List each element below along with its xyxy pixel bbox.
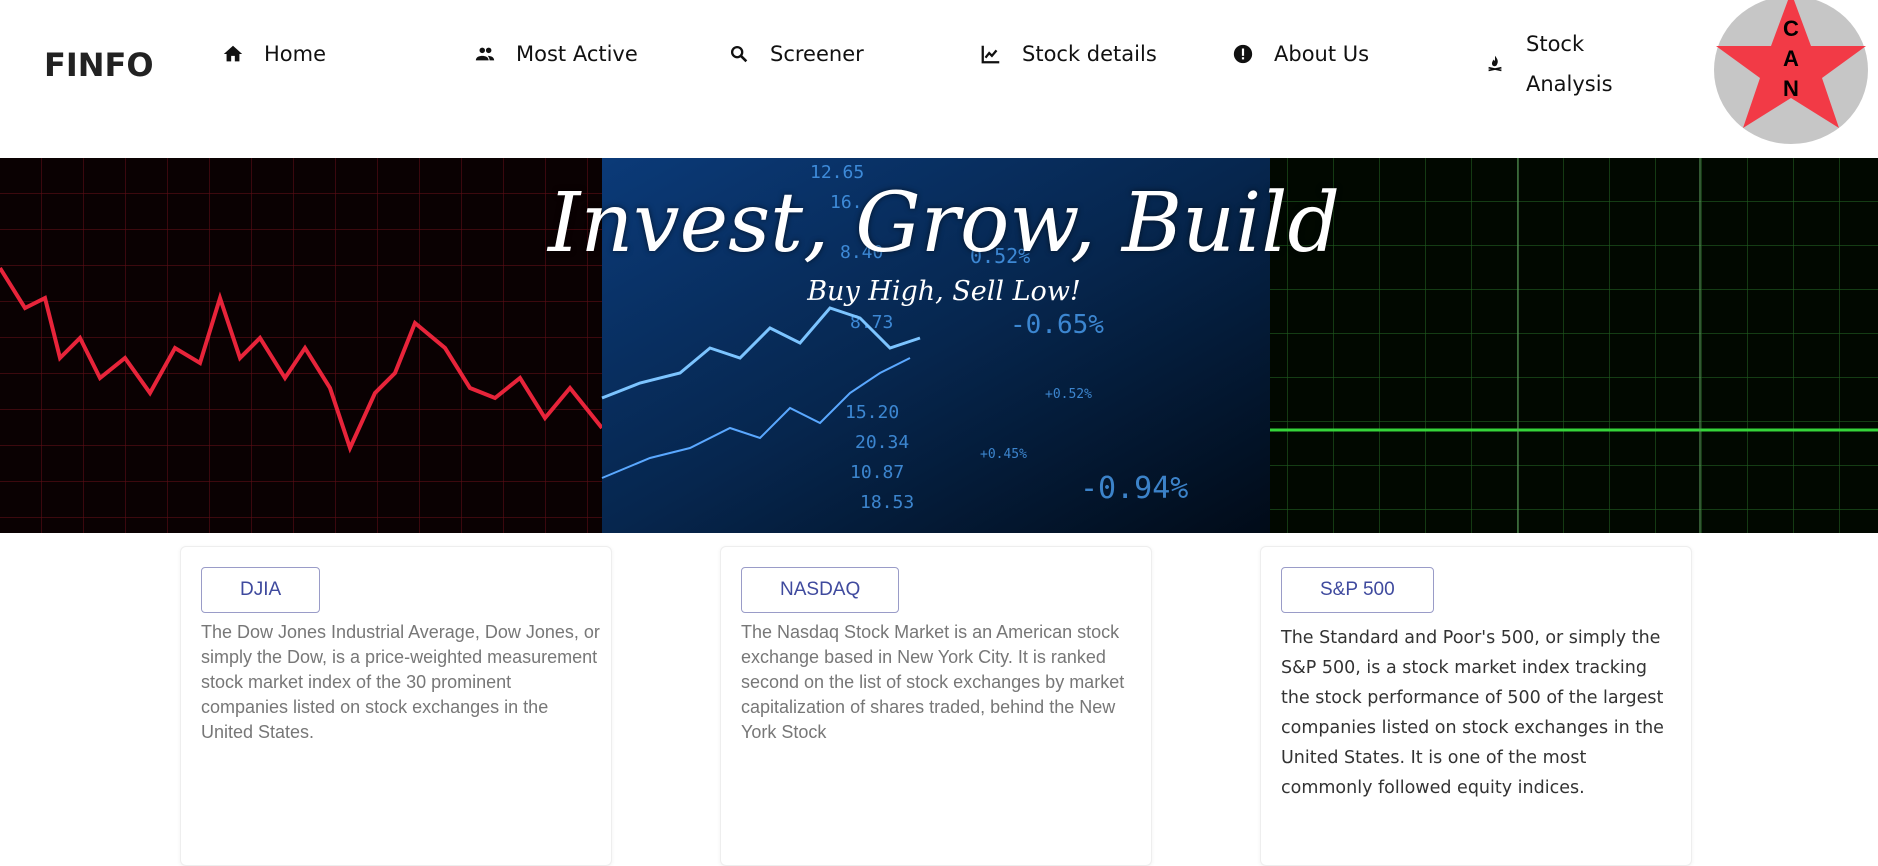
nav-most-active[interactable]: Most Active: [474, 42, 638, 66]
svg-text:-0.65%: -0.65%: [1010, 310, 1104, 340]
svg-text:18.53: 18.53: [860, 492, 914, 513]
index-card-sp500: S&P 500 The Standard and Poor's 500, or …: [1260, 546, 1692, 866]
svg-text:20.34: 20.34: [855, 432, 909, 453]
nav-about-us[interactable]: About Us: [1232, 42, 1369, 66]
nav-home-label: Home: [264, 42, 327, 66]
djia-button[interactable]: DJIA: [201, 567, 321, 613]
svg-text:N: N: [1783, 76, 1799, 101]
djia-description: The Dow Jones Industrial Average, Dow Jo…: [201, 622, 600, 742]
nav-stock-analysis-line1: Stock: [1526, 32, 1585, 56]
index-card-djia: DJIA The Dow Jones Industrial Average, D…: [180, 546, 612, 866]
svg-text:10.87: 10.87: [850, 462, 904, 483]
people-icon: [475, 47, 495, 61]
svg-text:-0.94%: -0.94%: [1080, 471, 1188, 506]
nav-stock-details-label: Stock details: [1022, 42, 1157, 66]
nav-stock-analysis[interactable]: Stock Analysis: [1484, 24, 1613, 104]
nav-screener[interactable]: Screener: [728, 42, 864, 66]
home-icon: [223, 45, 243, 62]
chart-icon: [981, 45, 1000, 64]
index-card-nasdaq: NASDAQ The Nasdaq Stock Market is an Ame…: [720, 546, 1152, 866]
hero-subtitle: Buy High, Sell Low!: [807, 276, 1081, 307]
sp500-description: The Standard and Poor's 500, or simply t…: [1281, 628, 1664, 798]
svg-text:+0.45%: +0.45%: [980, 447, 1027, 462]
svg-text:C: C: [1783, 16, 1799, 41]
can-logo[interactable]: C A N: [1714, 0, 1868, 144]
nav-stock-analysis-line2: Analysis: [1526, 72, 1613, 96]
nav-about-us-label: About Us: [1274, 42, 1370, 66]
svg-text:15.20: 15.20: [845, 402, 899, 423]
svg-text:A: A: [1783, 46, 1799, 71]
search-icon: [730, 45, 748, 63]
nasdaq-description: The Nasdaq Stock Market is an American s…: [741, 622, 1125, 742]
nav-screener-label: Screener: [770, 42, 864, 66]
nav-most-active-label: Most Active: [516, 42, 638, 66]
sp500-button[interactable]: S&P 500: [1281, 567, 1434, 613]
hero-banner: 12.65 16. 8.40 8.73 15.20 20.34 10.87 18.53 -0.…: [0, 158, 1878, 533]
brand-logo-text[interactable]: FINFO: [44, 46, 154, 84]
campfire-icon: [1488, 55, 1502, 72]
nasdaq-button[interactable]: NASDAQ: [741, 567, 900, 613]
info-icon: [1233, 44, 1253, 64]
navbar: FINFO Home Most Active Screener Stock de…: [0, 0, 1878, 158]
svg-text:+0.52%: +0.52%: [1045, 387, 1092, 402]
nav-stock-details[interactable]: Stock details: [980, 42, 1157, 66]
nav-home[interactable]: Home: [222, 42, 326, 66]
hero-title: Invest, Grow, Build: [548, 176, 1340, 271]
